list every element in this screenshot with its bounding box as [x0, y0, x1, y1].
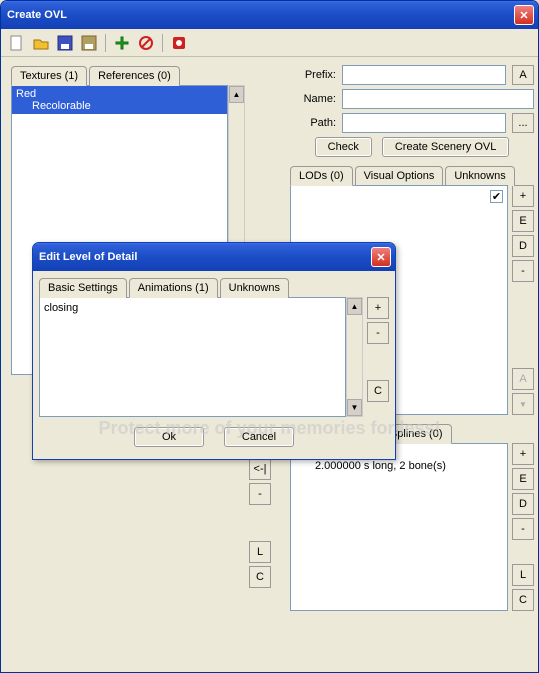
tree-child-label: Recolorable	[16, 100, 223, 112]
browse-button[interactable]: ...	[512, 113, 534, 133]
a-button[interactable]: A	[512, 65, 534, 85]
tab-textures[interactable]: Textures (1)	[11, 66, 87, 86]
tree-root-label: Red	[16, 88, 36, 100]
modal-titlebar[interactable]: Edit Level of Detail ✕	[33, 243, 395, 271]
toolbar-divider	[105, 34, 106, 52]
modal-minus-button[interactable]: -	[367, 322, 389, 344]
anim-minus-button[interactable]: -	[512, 518, 534, 540]
save-as-icon[interactable]	[79, 33, 99, 53]
ok-button[interactable]: Ok	[134, 427, 204, 447]
lod-minus-button[interactable]: -	[512, 260, 534, 282]
close-icon[interactable]: ✕	[514, 5, 534, 25]
prefix-label: Prefix:	[290, 69, 336, 81]
cancel-button[interactable]: Cancel	[224, 427, 294, 447]
anim-item-detail: 2.000000 s long, 2 bone(s)	[295, 460, 503, 472]
modal-c-button[interactable]: C	[367, 380, 389, 402]
open-icon[interactable]	[31, 33, 51, 53]
main-title: Create OVL	[7, 9, 514, 21]
scroll-up-icon[interactable]: ▲	[229, 86, 244, 103]
minus-button-2[interactable]: -	[249, 483, 271, 505]
cancel-icon[interactable]	[136, 33, 156, 53]
tab-unknowns[interactable]: Unknowns	[445, 166, 514, 186]
modal-tabs: Basic Settings Animations (1) Unknowns	[39, 277, 389, 297]
create-scenery-button[interactable]: Create Scenery OVL	[382, 137, 510, 157]
path-label: Path:	[290, 117, 336, 129]
name-label: Name:	[290, 93, 336, 105]
anim-plus-button[interactable]: +	[512, 443, 534, 465]
tab-modal-unknowns[interactable]: Unknowns	[220, 278, 289, 298]
lod-a-button[interactable]: A	[512, 368, 534, 390]
anim-l-button[interactable]: L	[512, 564, 534, 586]
lod-e-button[interactable]: E	[512, 210, 534, 232]
lod-d-button[interactable]: D	[512, 235, 534, 257]
edit-lod-dialog: Edit Level of Detail ✕ Basic Settings An…	[32, 242, 396, 460]
scroll-down-icon[interactable]: ▼	[347, 399, 362, 416]
new-icon[interactable]	[7, 33, 27, 53]
save-icon[interactable]	[55, 33, 75, 53]
stop-icon[interactable]	[169, 33, 189, 53]
backleft-button[interactable]: <-|	[249, 458, 271, 480]
tab-basic-settings[interactable]: Basic Settings	[39, 278, 127, 298]
modal-plus-button[interactable]: +	[367, 297, 389, 319]
lod-down-button[interactable]: ▼	[512, 393, 534, 415]
modal-anim-list[interactable]: closing	[39, 297, 346, 417]
path-input[interactable]	[342, 113, 506, 133]
main-titlebar[interactable]: Create OVL ✕	[1, 1, 538, 29]
texture-tabs: Textures (1) References (0)	[11, 65, 271, 85]
tab-lods[interactable]: LODs (0)	[290, 166, 353, 186]
lod-tabs: LODs (0) Visual Options Unknowns	[290, 165, 534, 185]
anim-e-button[interactable]: E	[512, 468, 534, 490]
prefix-input[interactable]	[342, 65, 506, 85]
lod-checkbox[interactable]: ✔	[490, 190, 503, 203]
name-input[interactable]	[342, 89, 534, 109]
modal-scrollbar[interactable]: ▲ ▼	[346, 297, 363, 417]
main-toolbar	[1, 29, 538, 57]
anim-list[interactable]: closing 2.000000 s long, 2 bone(s)	[290, 443, 508, 611]
modal-title: Edit Level of Detail	[39, 251, 371, 263]
anim-c-button[interactable]: C	[512, 589, 534, 611]
c-button[interactable]: C	[249, 566, 271, 588]
tab-visual-options[interactable]: Visual Options	[355, 166, 444, 186]
l-button[interactable]: L	[249, 541, 271, 563]
lod-plus-button[interactable]: +	[512, 185, 534, 207]
add-icon[interactable]	[112, 33, 132, 53]
tab-modal-animations[interactable]: Animations (1)	[129, 278, 218, 298]
modal-list-item[interactable]: closing	[44, 302, 341, 314]
tree-item-red[interactable]: Red Recolorable	[12, 86, 227, 114]
modal-close-icon[interactable]: ✕	[371, 247, 391, 267]
anim-d-button[interactable]: D	[512, 493, 534, 515]
check-button[interactable]: Check	[315, 137, 372, 157]
scroll-up-icon[interactable]: ▲	[347, 298, 362, 315]
toolbar-divider	[162, 34, 163, 52]
tab-references[interactable]: References (0)	[89, 66, 180, 86]
